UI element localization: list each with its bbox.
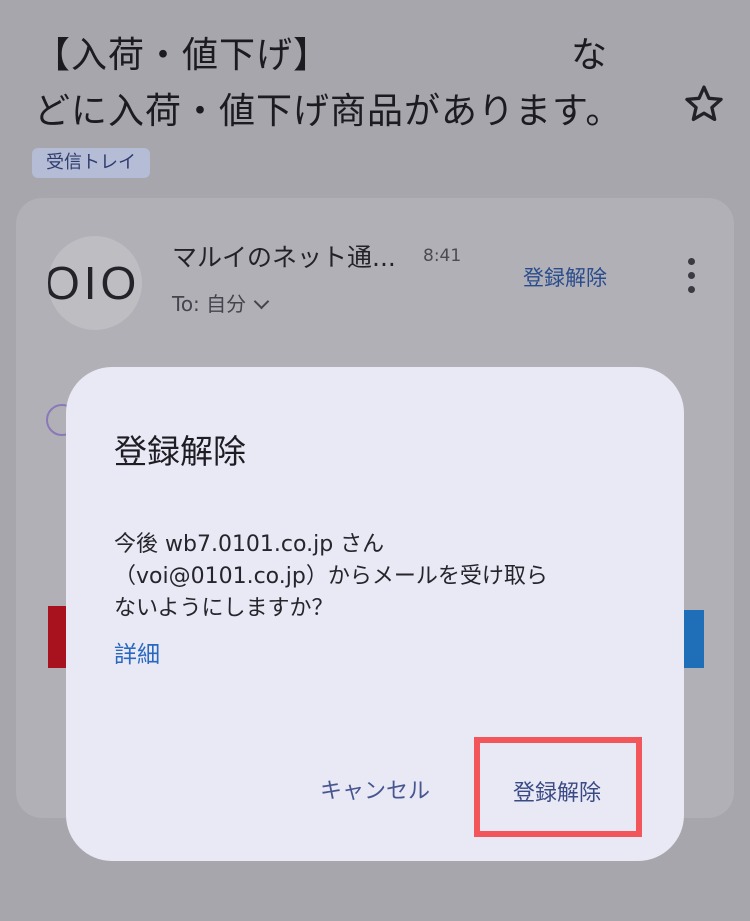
email-subject: 【入荷・値下げ】 な どに入荷・値下げ商品があります。 [34,28,674,140]
dialog-message-line: 今後 wb7.0101.co.jp さん [114,532,385,557]
message-time: 8:41 [423,246,462,266]
chevron-down-icon [253,293,270,310]
subject-line-1: 【入荷・値下げ】 な [34,35,609,76]
avatar[interactable]: OIO [48,236,142,330]
dialog-message-line: ないようにしますか？ [114,596,334,621]
highlight-box [474,737,642,837]
cancel-button[interactable]: キャンセル [320,773,430,805]
dialog-title: 登録解除 [114,432,246,471]
recipient-label: To: 自分 [172,292,247,316]
inbox-label-chip[interactable]: 受信トレイ [32,148,150,178]
details-link[interactable]: 詳細 [114,635,160,669]
avatar-logo-text: OIO [48,257,141,309]
content-image-fragment [48,606,68,668]
star-icon[interactable] [682,82,726,126]
dialog-message: 今後 wb7.0101.co.jp さん （voi@0101.co.jp）からメ… [114,529,654,625]
more-options-icon[interactable] [684,258,698,298]
subject-line-2: どに入荷・値下げ商品があります。 [34,91,623,132]
dialog-message-line: （voi@0101.co.jp）からメールを受け取ら [114,564,548,589]
unsubscribe-link[interactable]: 登録解除 [523,262,607,292]
content-image-fragment [682,610,704,668]
sender-name: マルイのネット通... [172,243,396,272]
recipient-details[interactable]: To: 自分 [172,288,270,317]
